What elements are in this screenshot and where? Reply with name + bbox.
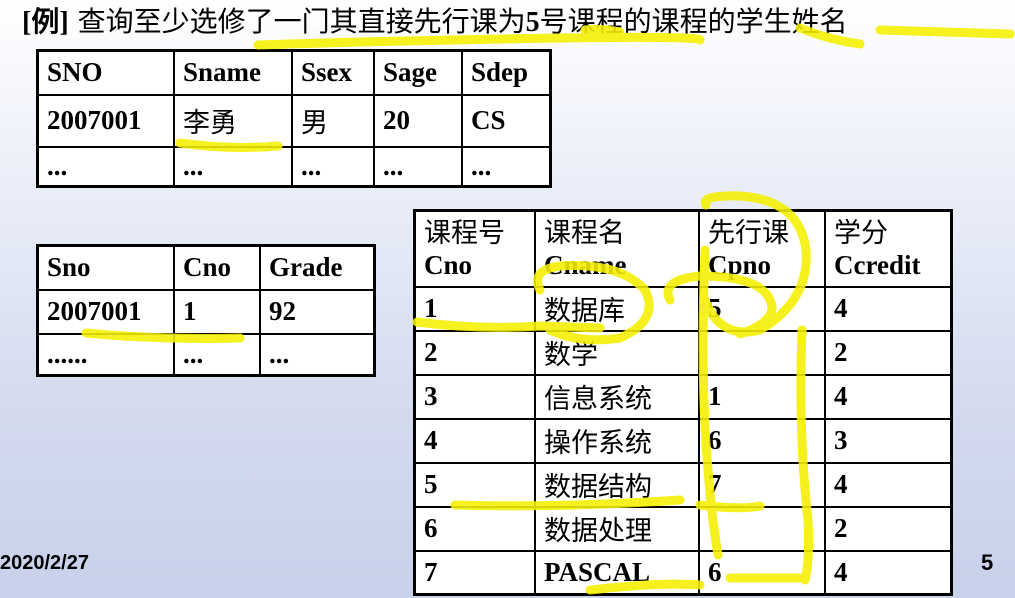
table-cell: 信息系统 [534,373,700,420]
table-cell: 6 [698,417,826,464]
table-row: 3 信息系统 1 4 [413,373,953,420]
title-text-before: 查询至少选修了一门其直接先行课为 [77,5,526,38]
table-cell: 李勇 [173,93,293,148]
table-cell: 4 [413,417,536,464]
table-cell: ... [259,332,376,377]
table-cell: 2007001 [36,288,175,335]
header-cell: Sno [36,244,175,291]
table-cell: 操作系统 [534,417,700,464]
table-row: ...... ... ... [36,332,376,377]
table-cell: 1 [173,288,261,335]
sc-table: Sno Cno Grade 2007001 1 92 ...... ... ..… [36,244,376,377]
table-cell: 2 [824,329,953,376]
header-en: Cname [544,249,627,280]
header-en: Cno [424,249,473,280]
table-cell: 2 [413,329,536,376]
table-header-row: SNO Sname Ssex Sage Sdep [36,49,552,96]
table-cell: PASCAL [534,549,700,596]
header-cn: 学分 [834,217,888,249]
table-cell: 92 [259,288,376,335]
table-header-row: Sno Cno Grade [36,244,376,291]
table-cell: 3 [824,417,953,464]
slide-date: 2020/2/27 [0,552,89,574]
header-cell: 先行课 Cpno [698,209,826,288]
table-cell: ... [373,145,463,188]
header-cell: Cno [173,244,261,291]
header-cell: Grade [259,244,376,291]
header-cell: 课程名 Cname [534,209,700,288]
header-cell: SNO [36,49,175,96]
title-text-after: 号课程的课程的学生姓名 [539,5,848,38]
table-row: 5 数据结构 7 4 [413,461,953,508]
student-table: SNO Sname Ssex Sage Sdep 2007001 李勇 男 20… [36,49,552,188]
table-cell: 1 [413,285,536,332]
header-cn: 课程号 [424,217,505,249]
header-cell: Sage [373,49,463,96]
header-cn: 先行课 [708,217,789,249]
table-row: 2007001 1 92 [36,288,376,335]
table-cell: 3 [413,373,536,420]
table-row: 4 操作系统 6 3 [413,417,953,464]
table-row: 1 数据库 5 4 [413,285,953,332]
slide-title: [例] 查询至少选修了一门其直接先行课为5号课程的课程的学生姓名 [22,4,848,40]
header-cell: Sdep [461,49,552,96]
table-cell: 7 [413,549,536,596]
header-cell: Sname [173,49,293,96]
table-cell: 1 [698,373,826,420]
table-cell: 男 [291,93,375,148]
table-cell: 6 [413,505,536,552]
header-en: Ccredit [834,249,921,280]
table-cell: ... [173,332,261,377]
table-cell: 数据库 [534,285,700,332]
header-cell: 课程号 Cno [413,209,536,288]
table-cell: 5 [698,285,826,332]
table-cell: 4 [824,285,953,332]
table-row: 6 数据处理 2 [413,505,953,552]
table-cell: 2007001 [36,93,175,148]
table-cell [698,329,826,376]
table-cell: ... [173,145,293,188]
table-cell: 4 [824,461,953,508]
table-cell: 4 [824,549,953,596]
table-cell [698,505,826,552]
table-cell: 20 [373,93,463,148]
table-cell: ... [291,145,375,188]
table-row: 2007001 李勇 男 20 CS [36,93,552,148]
slide-page-number: 5 [981,550,994,575]
table-cell: ... [36,145,175,188]
table-row: ... ... ... ... ... [36,145,552,188]
table-row: 2 数学 2 [413,329,953,376]
course-table: 课程号 Cno 课程名 Cname 先行课 Cpno 学分 Ccredit 1 … [413,209,953,596]
table-cell: ... [461,145,552,188]
table-header-row: 课程号 Cno 课程名 Cname 先行课 Cpno 学分 Ccredit [413,209,953,288]
table-cell: 2 [824,505,953,552]
table-cell: 4 [824,373,953,420]
table-cell: 数据结构 [534,461,700,508]
table-cell: 6 [698,549,826,596]
example-tag: [例] [22,7,69,38]
table-cell: CS [461,93,552,148]
header-cell: 学分 Ccredit [824,209,953,288]
header-en: Cpno [708,249,772,280]
table-cell: ...... [36,332,175,377]
table-row: 7 PASCAL 6 4 [413,549,953,596]
table-cell: 数据处理 [534,505,700,552]
header-cell: Ssex [291,49,375,96]
table-cell: 7 [698,461,826,508]
header-cn: 课程名 [544,217,625,249]
table-cell: 数学 [534,329,700,376]
table-cell: 5 [413,461,536,508]
title-course-number: 5 [525,7,540,38]
